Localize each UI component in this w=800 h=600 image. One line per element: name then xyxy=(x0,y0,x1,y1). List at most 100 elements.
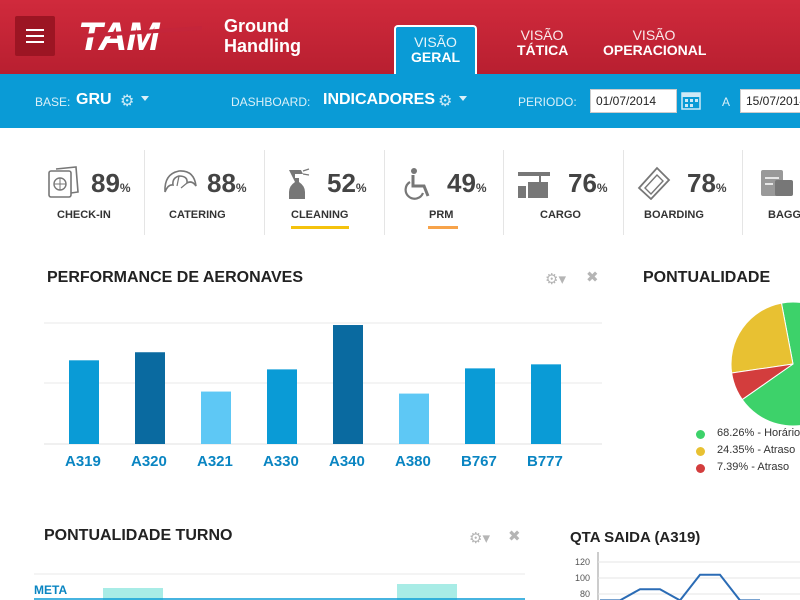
turno-title: PONTUALIDADE TURNO xyxy=(44,527,233,544)
wheelchair-icon xyxy=(404,168,430,200)
kpi-prm[interactable]: 49% PRM xyxy=(402,150,504,235)
dashboard-gear-icon[interactable]: ⚙ xyxy=(438,91,452,111)
panel-close-icon[interactable]: ✖ xyxy=(586,268,599,286)
base-dropdown-caret-icon[interactable] xyxy=(141,96,149,101)
panel-gear-icon[interactable]: ⚙▾ xyxy=(545,270,566,288)
performance-title: PERFORMANCE DE AERONAVES xyxy=(47,269,304,286)
kpi-label: PRM xyxy=(429,209,454,221)
meta-label: META xyxy=(34,583,68,597)
bar-a340[interactable] xyxy=(333,325,363,444)
menu-line-icon xyxy=(26,41,44,43)
date-to-input[interactable] xyxy=(740,89,800,113)
hamburger-menu-button[interactable] xyxy=(15,16,55,56)
turno-chart xyxy=(34,573,525,600)
cargo-icon xyxy=(518,172,550,198)
y-tick-label: 120 xyxy=(575,557,590,567)
x-axis-label: A319 xyxy=(65,453,101,470)
x-axis-label: B767 xyxy=(461,453,497,470)
filter-bar: BASE: GRU ⚙ DASHBOARD: INDICADORES ⚙ PER… xyxy=(0,74,800,128)
pontualidade-title: PONTUALIDADE xyxy=(643,269,771,286)
qta-line-chart: 120 100 80 xyxy=(575,552,800,600)
kpi-status-underline xyxy=(291,226,349,229)
tab-label-top: Visão xyxy=(414,34,457,50)
dashboard-label: DASHBOARD: xyxy=(231,95,311,109)
tab-visao-geral[interactable]: Visão Geral xyxy=(394,25,477,74)
ticket-icon xyxy=(637,166,671,200)
y-tick-label: 100 xyxy=(575,573,590,583)
app-subtitle: Ground Handling xyxy=(224,16,301,56)
tab-label-bottom: Tática xyxy=(517,42,569,58)
x-axis-label: A380 xyxy=(395,453,431,470)
kpi-catering[interactable]: 88% CATERING xyxy=(162,150,265,235)
bar-a319[interactable] xyxy=(69,360,99,444)
kpi-cleaning[interactable]: 52% CLEANING xyxy=(285,150,385,235)
turno-bar xyxy=(103,588,163,600)
dashboard-selector[interactable]: INDICADORES xyxy=(323,91,435,109)
x-axis-label: B777 xyxy=(527,453,563,470)
x-axis-label: A340 xyxy=(329,453,365,470)
date-from-input[interactable] xyxy=(590,89,677,113)
tab-visao-tatica[interactable]: Visão Tática xyxy=(517,27,569,58)
croissant-icon xyxy=(164,170,197,193)
bar-a320[interactable] xyxy=(135,352,165,444)
subtitle-line-1: Ground xyxy=(224,16,289,36)
bar-a321[interactable] xyxy=(201,391,231,444)
baggage-icon xyxy=(761,170,793,196)
y-tick-label: 80 xyxy=(580,589,590,599)
bar-b777[interactable] xyxy=(531,364,561,444)
panel-close-icon[interactable]: ✖ xyxy=(508,527,521,545)
kpi-value: 49% xyxy=(447,168,487,198)
bar-a330[interactable] xyxy=(267,369,297,444)
tab-label-bottom: Geral xyxy=(411,49,460,65)
kpi-check-in[interactable]: 89% CHECK-IN xyxy=(46,150,145,235)
spray-bottle-icon xyxy=(289,168,310,199)
kpi-label: BAGG xyxy=(768,209,800,221)
x-axis-label: A330 xyxy=(263,453,299,470)
kpi-label: CHECK-IN xyxy=(57,209,111,221)
tab-label-top: Visão xyxy=(632,27,676,43)
tab-label-bottom: Operacional xyxy=(603,42,707,58)
base-label: BASE: xyxy=(35,95,71,109)
turno-bar xyxy=(397,584,457,600)
legend-dot-icon xyxy=(696,447,705,456)
kpi-value: 89% xyxy=(91,168,131,198)
x-axis-label: A321 xyxy=(197,453,233,470)
kpi-label: BOARDING xyxy=(644,209,704,221)
subtitle-line-2: Handling xyxy=(224,36,301,56)
bar-a380[interactable] xyxy=(399,393,429,444)
performance-chart xyxy=(44,322,602,445)
tab-label-top: Visão xyxy=(520,27,564,43)
kpi-value: 88% xyxy=(207,168,247,198)
x-axis-label: A320 xyxy=(131,453,167,470)
legend-label: 68.26% - Horário xyxy=(717,427,800,439)
kpi-value: 78% xyxy=(687,168,727,198)
pie-slice-1[interactable] xyxy=(730,302,794,374)
legend-dot-icon xyxy=(696,464,705,473)
qta-title: QTA SAIDA (A319) xyxy=(570,529,701,546)
dashboard-dropdown-caret-icon[interactable] xyxy=(459,96,467,101)
kpi-value: 52% xyxy=(327,168,367,198)
legend-label: 24.35% - Atraso xyxy=(717,444,796,456)
kpi-label: CLEANING xyxy=(291,209,349,221)
pontualidade-pie-chart xyxy=(730,301,800,427)
kpi-label: CARGO xyxy=(540,209,581,221)
panel-gear-icon[interactable]: ⚙▾ xyxy=(469,529,490,547)
kpi-label: CATERING xyxy=(169,209,226,221)
legend-label: 7.39% - Atraso xyxy=(717,461,790,473)
app-header: TAM Ground Handling Visão Geral Visão Tá… xyxy=(0,0,800,74)
kpi-value: 76% xyxy=(568,168,608,198)
to-label: A xyxy=(722,95,731,109)
legend-dot-icon xyxy=(696,430,705,439)
passport-icon xyxy=(48,166,79,198)
kpi-boarding[interactable]: 78% BOARDING xyxy=(637,150,743,235)
tab-visao-operacional[interactable]: Visão Operacional xyxy=(603,27,707,58)
calendar-icon[interactable] xyxy=(681,90,701,110)
base-selector[interactable]: GRU xyxy=(76,91,112,109)
tam-logo: TAM xyxy=(78,15,202,56)
menu-line-icon xyxy=(26,29,44,31)
bar-b767[interactable] xyxy=(465,368,495,444)
kpi-baggage[interactable]: BAGG xyxy=(759,150,800,235)
kpi-status-underline xyxy=(428,226,458,229)
base-gear-icon[interactable]: ⚙ xyxy=(120,91,134,111)
kpi-cargo[interactable]: 76% CARGO xyxy=(516,150,624,235)
